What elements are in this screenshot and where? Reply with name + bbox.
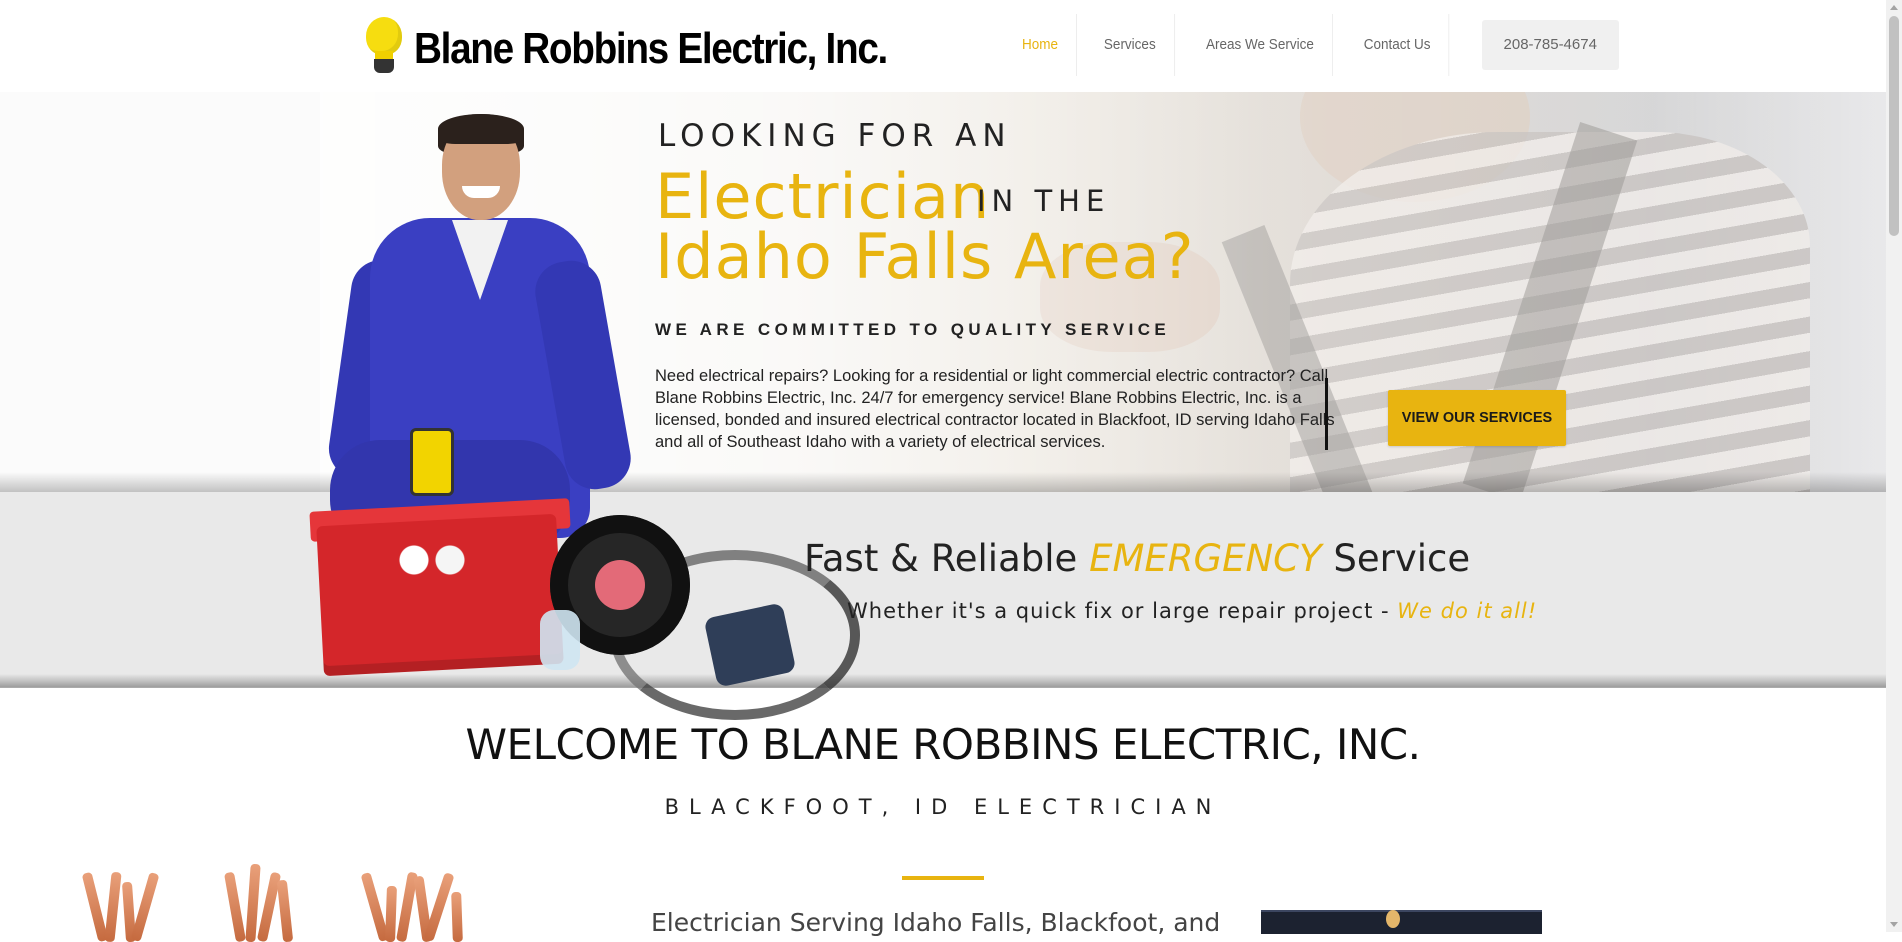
pendant-lamp-icon <box>1386 910 1400 928</box>
site-header: Blane Robbins Electric, Inc. Home Servic… <box>0 0 1886 92</box>
nav-contact-us[interactable]: Contact Us <box>1346 14 1450 76</box>
welcome-subtitle: BLACKFOOT, ID ELECTRICIAN <box>664 795 1222 819</box>
logo-text: Blane Robbins Electric, Inc. <box>414 24 888 73</box>
ceiling-light-image <box>1261 910 1542 934</box>
site-logo[interactable]: Blane Robbins Electric, Inc. <box>364 14 951 78</box>
emergency-title: Fast & Reliable EMERGENCY Service <box>804 537 1471 580</box>
multimeter-icon <box>410 428 454 496</box>
vertical-divider <box>1325 378 1328 450</box>
nav-services[interactable]: Services <box>1086 14 1175 76</box>
page-scrollbar[interactable] <box>1886 0 1902 932</box>
gold-divider <box>902 876 984 880</box>
nav-home[interactable]: Home <box>1004 14 1077 76</box>
hero-in-the: IN THE <box>977 184 1111 218</box>
nav-areas-we-service[interactable]: Areas We Service <box>1188 14 1333 76</box>
scrollbar-thumb[interactable] <box>1889 16 1899 236</box>
scroll-up-arrow-icon[interactable] <box>1890 5 1898 10</box>
serving-heading: Electrician Serving Idaho Falls, Blackfo… <box>651 908 1221 937</box>
welcome-title: WELCOME TO BLANE ROBBINS ELECTRIC, INC. <box>465 720 1421 769</box>
emergency-band <box>0 492 1886 687</box>
view-services-button[interactable]: VIEW OUR SERVICES <box>1388 390 1566 446</box>
main-nav: Home Services Areas We Service Contact U… <box>1000 14 1619 76</box>
emergency-subtitle: Whether it's a quick fix or large repair… <box>847 599 1538 623</box>
copper-wires-image <box>80 846 520 942</box>
lightbulb-icon <box>364 17 404 75</box>
phone-button[interactable]: 208-785-4674 <box>1481 20 1619 70</box>
scroll-down-arrow-icon[interactable] <box>1890 922 1898 927</box>
electrician-with-tools-image <box>309 110 860 720</box>
toolbox-icon <box>316 513 564 677</box>
hero-section: LOOKING FOR AN Electrician IN THE Idaho … <box>0 92 1886 492</box>
